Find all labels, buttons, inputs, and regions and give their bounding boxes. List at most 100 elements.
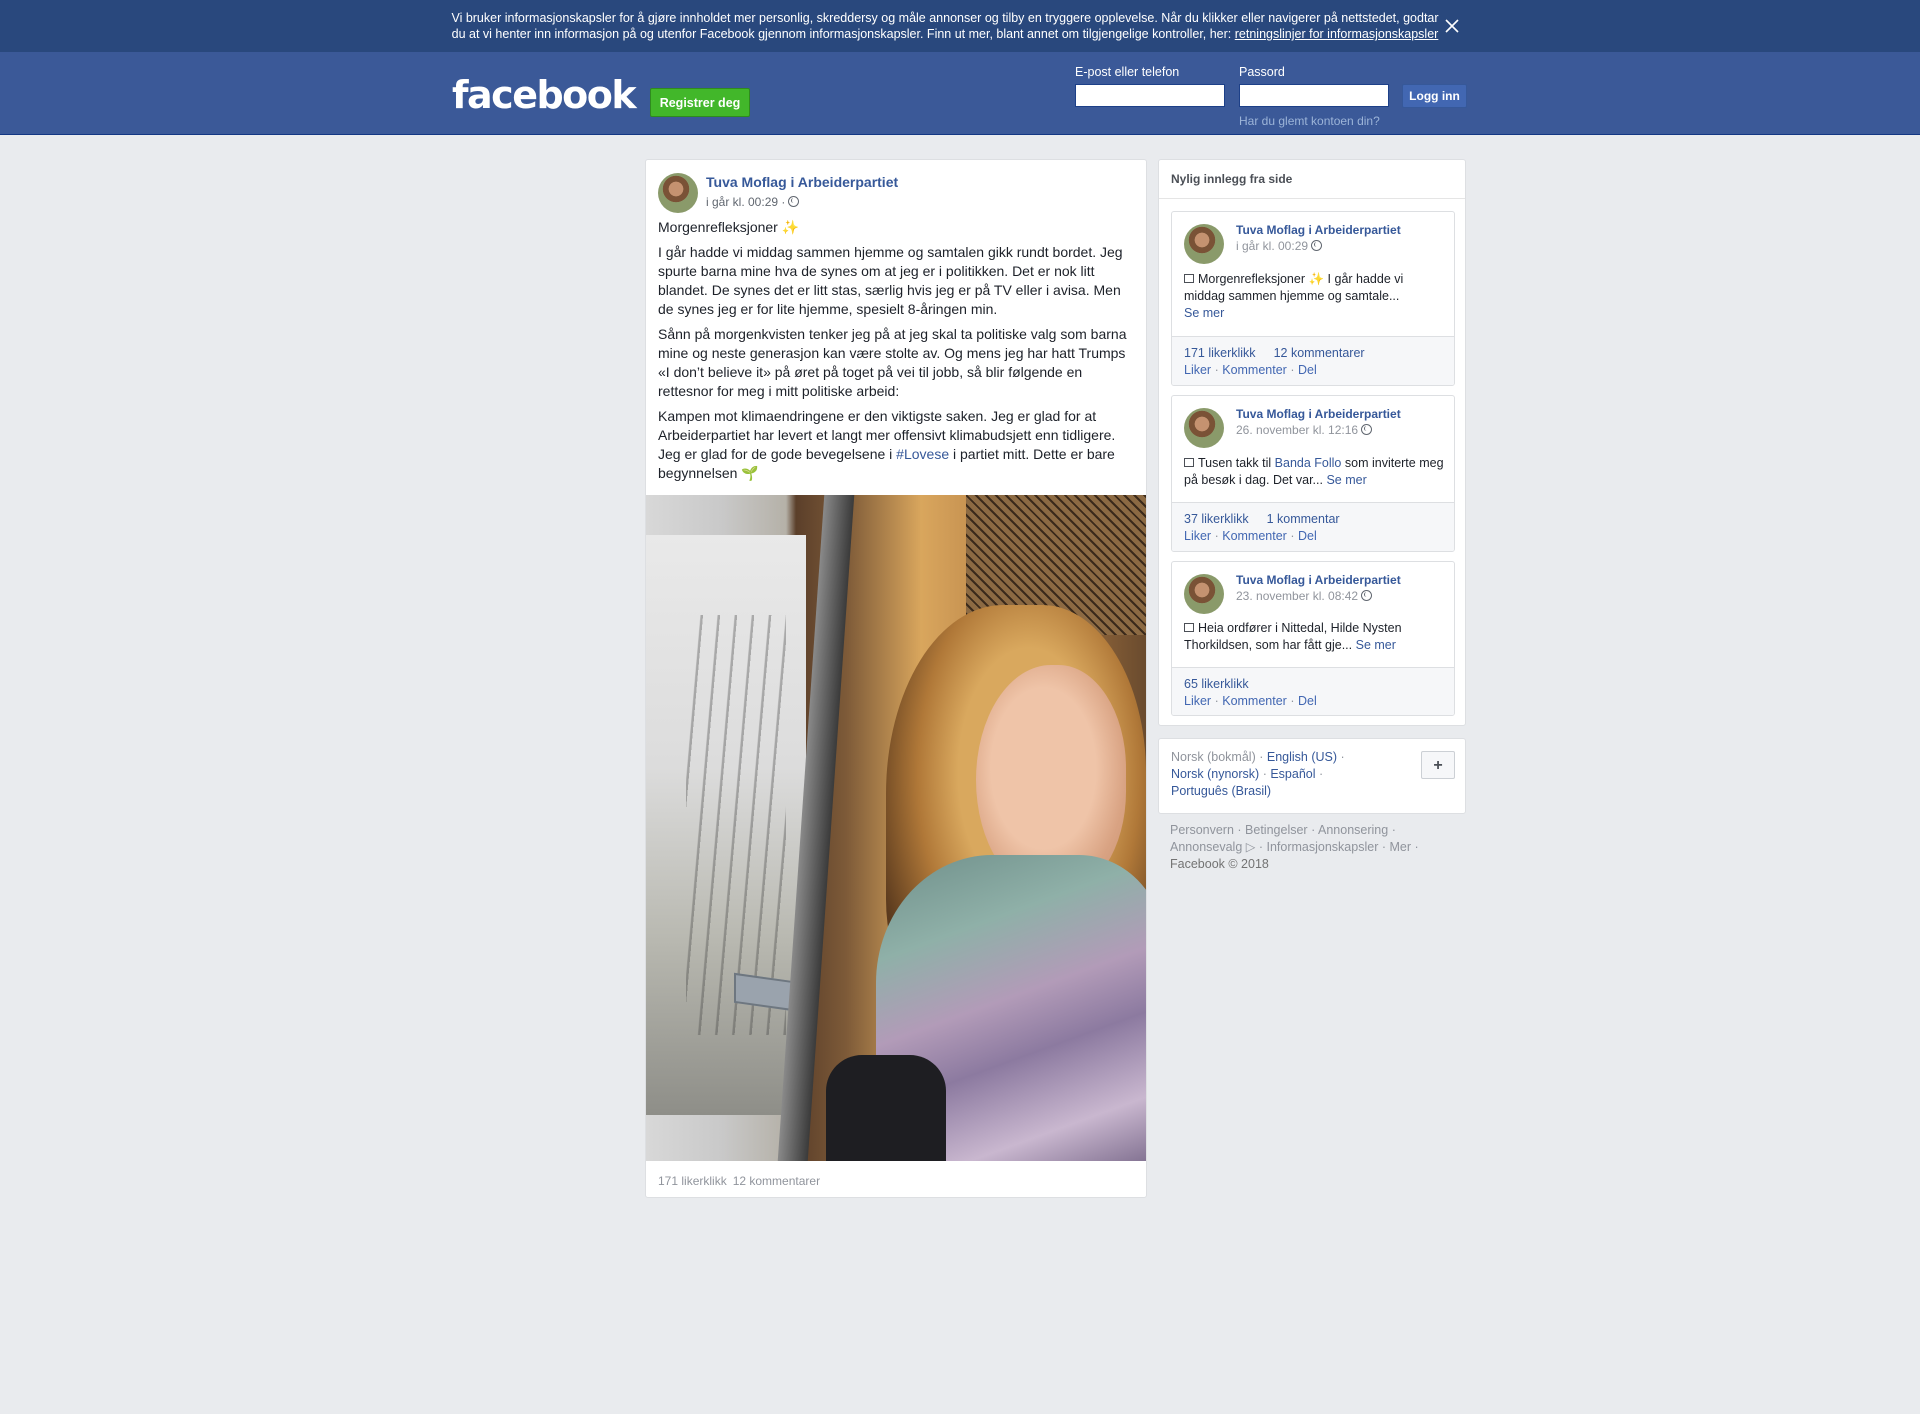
forgot-account-link[interactable]: Har du glemt kontoen din? — [1239, 114, 1380, 128]
comments-count[interactable]: 12 kommentarer — [733, 1174, 820, 1188]
post-photo[interactable] — [646, 495, 1146, 1161]
post-stats: 171 likerklikk 12 kommentarer — [1184, 346, 1365, 360]
post-card: Tuva Moflag i Arbeiderpartiet i går kl. … — [645, 159, 1147, 1198]
post-stats: 171 likerklikk 12 kommentarer — [658, 1174, 820, 1188]
avatar[interactable] — [1184, 574, 1224, 614]
language-option[interactable]: Español — [1270, 767, 1315, 781]
share-icon — [1184, 458, 1194, 467]
hashtag-link[interactable]: #Lovese — [896, 446, 949, 462]
photo-icon — [1184, 623, 1194, 632]
sparkles-icon: ✨ — [781, 219, 800, 235]
footer-links: Personvern · Betingelser · Annonsering ·… — [1170, 823, 1419, 871]
excerpt-text: Morgenrefleksjoner — [1198, 272, 1305, 286]
close-icon[interactable] — [1440, 14, 1464, 38]
separator: · — [1214, 694, 1219, 708]
language-option[interactable]: Português (Brasil) — [1171, 784, 1271, 798]
post-timestamp[interactable]: 26. november kl. 12:16 — [1236, 423, 1373, 437]
avatar[interactable] — [1184, 224, 1224, 264]
seedling-icon: 🌱 — [741, 465, 759, 481]
more-link[interactable]: Mer — [1389, 840, 1411, 854]
language-option[interactable]: Norsk (nynorsk) — [1171, 767, 1259, 781]
separator: · — [1290, 363, 1295, 377]
ad-choices-icon: ▷ — [1245, 840, 1256, 854]
separator: · — [1214, 529, 1219, 543]
post-actions: Liker · Kommenter · Del — [1184, 694, 1317, 708]
top-header: facebook Registrer deg E-post eller tele… — [0, 52, 1920, 135]
divider — [1159, 198, 1465, 199]
post-author[interactable]: Tuva Moflag i Arbeiderpartiet — [1236, 573, 1401, 587]
see-more-link[interactable]: Se mer — [1184, 306, 1224, 320]
post-stats: 65 likerklikk — [1184, 677, 1249, 691]
separator: · — [1290, 529, 1295, 543]
share-button[interactable]: Del — [1298, 363, 1317, 377]
share-button[interactable]: Del — [1298, 694, 1317, 708]
likes-count[interactable]: 37 likerklikk — [1184, 512, 1249, 526]
likes-count[interactable]: 171 likerklikk — [1184, 346, 1256, 360]
like-button[interactable]: Liker — [1184, 694, 1211, 708]
language-option[interactable]: English (US) — [1267, 750, 1337, 764]
comment-button[interactable]: Kommenter — [1222, 363, 1287, 377]
post-author[interactable]: Tuva Moflag i Arbeiderpartiet — [1236, 407, 1401, 421]
post-actions: Liker · Kommenter · Del — [1184, 529, 1317, 543]
page-link[interactable]: Banda Follo — [1275, 456, 1342, 470]
post-author[interactable]: Tuva Moflag i Arbeiderpartiet — [706, 174, 898, 190]
post-author[interactable]: Tuva Moflag i Arbeiderpartiet — [1236, 223, 1401, 237]
advertising-link[interactable]: Annonsering — [1318, 823, 1388, 837]
facebook-logo[interactable]: facebook — [452, 76, 637, 114]
globe-icon — [1361, 590, 1373, 601]
globe-icon — [1311, 240, 1323, 251]
email-field[interactable] — [1075, 84, 1225, 107]
post-timestamp[interactable]: 23. november kl. 08:42 — [1236, 589, 1373, 603]
register-button[interactable]: Registrer deg — [650, 88, 750, 117]
copyright: Facebook © 2018 — [1170, 857, 1269, 871]
separator: · — [1290, 694, 1295, 708]
post-excerpt: Morgenrefleksjoner ✨ I går hadde vi midd… — [1184, 271, 1444, 322]
photo-icon — [1184, 274, 1194, 283]
password-field[interactable] — [1239, 84, 1389, 107]
post-excerpt: Heia ordfører i Nittedal, Hilde Nysten T… — [1184, 620, 1444, 654]
cookies-link[interactable]: Informasjonskapsler — [1267, 840, 1379, 854]
post-timestamp[interactable]: i går kl. 00:29 · — [706, 195, 800, 209]
post-time-text[interactable]: 23. november kl. 08:42 — [1236, 589, 1358, 603]
post-time-text[interactable]: i går kl. 00:29 · — [706, 195, 785, 209]
post-time-text[interactable]: i går kl. 00:29 — [1236, 239, 1308, 253]
terms-link[interactable]: Betingelser — [1245, 823, 1308, 837]
avatar[interactable] — [1184, 408, 1224, 448]
avatar[interactable] — [658, 173, 698, 213]
globe-icon — [788, 196, 800, 207]
ad-choices-link[interactable]: Annonsevalg — [1170, 840, 1242, 854]
cookie-banner: Vi bruker informasjonskapsler for å gjør… — [0, 0, 1920, 52]
comments-count[interactable]: 12 kommentarer — [1274, 346, 1365, 360]
likes-count[interactable]: 65 likerklikk — [1184, 677, 1249, 691]
cookie-text: Vi bruker informasjonskapsler for å gjør… — [450, 10, 1440, 42]
post-timestamp[interactable]: i går kl. 00:29 — [1236, 239, 1323, 253]
privacy-link[interactable]: Personvern — [1170, 823, 1234, 837]
likes-count[interactable]: 171 likerklikk — [658, 1174, 727, 1188]
post-paragraph: Kampen mot klimaendringene er den viktig… — [658, 407, 1136, 483]
language-panel: Norsk (bokmål) · English (US) · Norsk (n… — [1158, 738, 1466, 814]
like-button[interactable]: Liker — [1184, 363, 1211, 377]
share-button[interactable]: Del — [1298, 529, 1317, 543]
post-time-text[interactable]: 26. november kl. 12:16 — [1236, 423, 1358, 437]
globe-icon — [1361, 424, 1373, 435]
recent-post: Tuva Moflag i Arbeiderpartiet 23. novemb… — [1171, 561, 1455, 716]
post-paragraph: I går hadde vi middag sammen hjemme og s… — [658, 244, 1123, 317]
recent-post: Tuva Moflag i Arbeiderpartiet 26. novemb… — [1171, 395, 1455, 552]
comments-count[interactable]: 1 kommentar — [1267, 512, 1340, 526]
excerpt-text: Tusen takk til — [1198, 456, 1272, 470]
comment-button[interactable]: Kommenter — [1222, 694, 1287, 708]
see-more-link[interactable]: Se mer — [1326, 473, 1366, 487]
like-button[interactable]: Liker — [1184, 529, 1211, 543]
post-body: Morgenrefleksjoner ✨ I går hadde vi midd… — [658, 218, 1136, 489]
add-language-button[interactable]: + — [1421, 751, 1455, 779]
post-title-line: Morgenrefleksjoner ✨ — [658, 218, 1136, 237]
language-current: Norsk (bokmål) — [1171, 750, 1256, 764]
coat — [826, 1055, 946, 1161]
comment-button[interactable]: Kommenter — [1222, 529, 1287, 543]
login-button[interactable]: Logg inn — [1402, 84, 1467, 108]
panel-heading: Nylig innlegg fra side — [1171, 172, 1293, 186]
email-label: E-post eller telefon — [1075, 65, 1180, 79]
cookie-policy-link[interactable]: retningslinjer for informasjonskapsler — [1235, 27, 1439, 41]
trees — [686, 615, 786, 1035]
see-more-link[interactable]: Se mer — [1356, 638, 1396, 652]
